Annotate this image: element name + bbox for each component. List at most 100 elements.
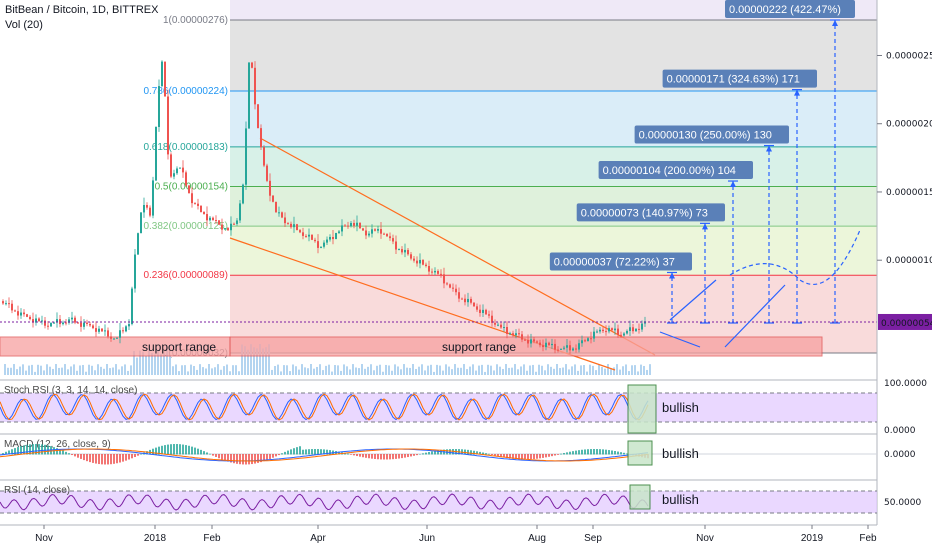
macd-histogram-bar	[530, 454, 532, 460]
volume-bar	[307, 368, 309, 375]
macd-histogram-bar	[536, 454, 538, 459]
chart-canvas[interactable]: 1(0.00000276)0.786(0.00000224)0.618(0.00…	[0, 0, 932, 550]
candle-body	[176, 168, 178, 174]
macd-histogram-bar	[239, 454, 241, 465]
macd-pane[interactable]: MACD (12, 26, close, 9)0.0000bullish	[0, 433, 916, 466]
volume-bar	[217, 364, 219, 375]
macd-histogram-bar	[470, 450, 472, 455]
fibonacci-retracement[interactable]: 1(0.00000276)0.786(0.00000224)0.618(0.00…	[143, 0, 877, 359]
candle-body	[311, 234, 313, 240]
candle-body	[161, 61, 163, 87]
rsi-pane[interactable]: RSI (14, close) 50.0000 bullish	[0, 479, 921, 514]
volume-bar	[427, 365, 429, 375]
volume-bar	[97, 364, 99, 375]
candle-body	[551, 343, 553, 346]
macd-histogram-bar	[428, 452, 430, 455]
candle-body	[350, 222, 352, 227]
macd-histogram-bar	[542, 454, 544, 458]
volume-bar	[43, 370, 45, 375]
candle-body	[287, 223, 289, 225]
volume-bar	[619, 369, 621, 375]
macd-histogram-bar	[65, 451, 67, 455]
macd-histogram-bar	[164, 445, 166, 455]
volume-bar	[367, 366, 369, 375]
candle-body	[290, 223, 292, 228]
macd-histogram-bar	[77, 454, 79, 458]
volume-bar	[280, 371, 282, 375]
volume-bar	[592, 365, 594, 375]
target-callout-label: 0.00000222 (422.47%)	[729, 4, 841, 16]
volume-bar	[25, 370, 27, 375]
candle-body	[254, 67, 256, 105]
candle-body	[146, 205, 148, 208]
volume-bar	[505, 364, 507, 375]
macd-histogram-bar	[248, 454, 250, 465]
macd-histogram-bar	[23, 445, 25, 455]
candle-body	[422, 259, 424, 265]
macd-histogram-bar	[71, 454, 73, 456]
candle-body	[236, 220, 238, 224]
macd-histogram-bar	[137, 454, 139, 456]
macd-histogram-bar	[347, 453, 349, 455]
macd-histogram-bar	[134, 454, 136, 458]
volume-bar	[31, 364, 33, 375]
volume-bar	[556, 364, 558, 375]
candle-body	[149, 207, 151, 216]
volume-bar	[331, 371, 333, 375]
volume-bar	[637, 371, 639, 375]
macd-histogram-bar	[176, 444, 178, 455]
candle-body	[41, 320, 43, 322]
volume-bar	[409, 367, 411, 375]
stoch-rsi-pane[interactable]: Stoch RSI (3, 3, 14, 14, close) 100.0000 0…	[0, 379, 927, 436]
candle-body	[446, 283, 448, 285]
volume-bar	[64, 364, 66, 375]
volume-bar	[79, 365, 81, 375]
macd-histogram-bar	[431, 451, 433, 455]
volume-bar	[550, 366, 552, 375]
candle-body	[17, 311, 19, 316]
candle-body	[278, 212, 280, 214]
candle-body	[224, 228, 226, 230]
rsi-bull-box	[629, 484, 651, 510]
candle-body	[53, 322, 55, 324]
candle-body	[194, 203, 196, 205]
candle-body	[482, 309, 484, 313]
macd-histogram-bar	[539, 454, 541, 459]
volume-bar	[301, 364, 303, 375]
volume-bar	[646, 369, 648, 375]
volume-bar	[493, 370, 495, 375]
candle-body	[536, 341, 538, 343]
candle-body	[212, 217, 214, 221]
candle-body	[263, 147, 265, 166]
volume-bar	[589, 364, 591, 375]
fib-level-label: 0.786(0.00000224)	[143, 86, 228, 97]
price-axis[interactable]: 0.00000250 0.00000200 0.00000150 0.00000100…	[876, 0, 932, 550]
volume-bar	[46, 364, 48, 375]
candle-body	[437, 270, 439, 274]
volume-bar	[196, 369, 198, 375]
macd-histogram-bar	[383, 454, 385, 460]
volume-bar	[418, 366, 420, 375]
volume-bar	[649, 364, 651, 375]
volume-bar	[124, 364, 126, 375]
indicator-title: Stoch RSI (3, 3, 14, 14, close)	[4, 385, 137, 396]
indicator-tick-label: 0.0000	[884, 426, 916, 436]
volume-bar	[73, 364, 75, 375]
macd-histogram-bar	[197, 448, 199, 455]
candle-body	[209, 217, 211, 221]
candle-body	[239, 203, 241, 221]
candle-body	[503, 327, 505, 329]
macd-histogram-bar	[191, 446, 193, 455]
candle-body	[113, 338, 115, 340]
volume-bar	[388, 365, 390, 375]
candle-body	[530, 339, 532, 344]
macd-histogram-bar	[596, 449, 598, 455]
macd-histogram-bar	[485, 453, 487, 455]
time-axis[interactable]: Nov 2018 Feb Apr Jun Aug Sep Nov 2019 Feb	[0, 524, 877, 544]
macd-histogram-bar	[557, 454, 559, 455]
macd-histogram-bar	[290, 449, 292, 455]
symbol-title: BitBean / Bitcoin, 1D, BITTREX	[5, 4, 159, 16]
fib-zone	[230, 186, 877, 227]
macd-histogram-bar	[251, 454, 253, 465]
candle-body	[347, 225, 349, 227]
